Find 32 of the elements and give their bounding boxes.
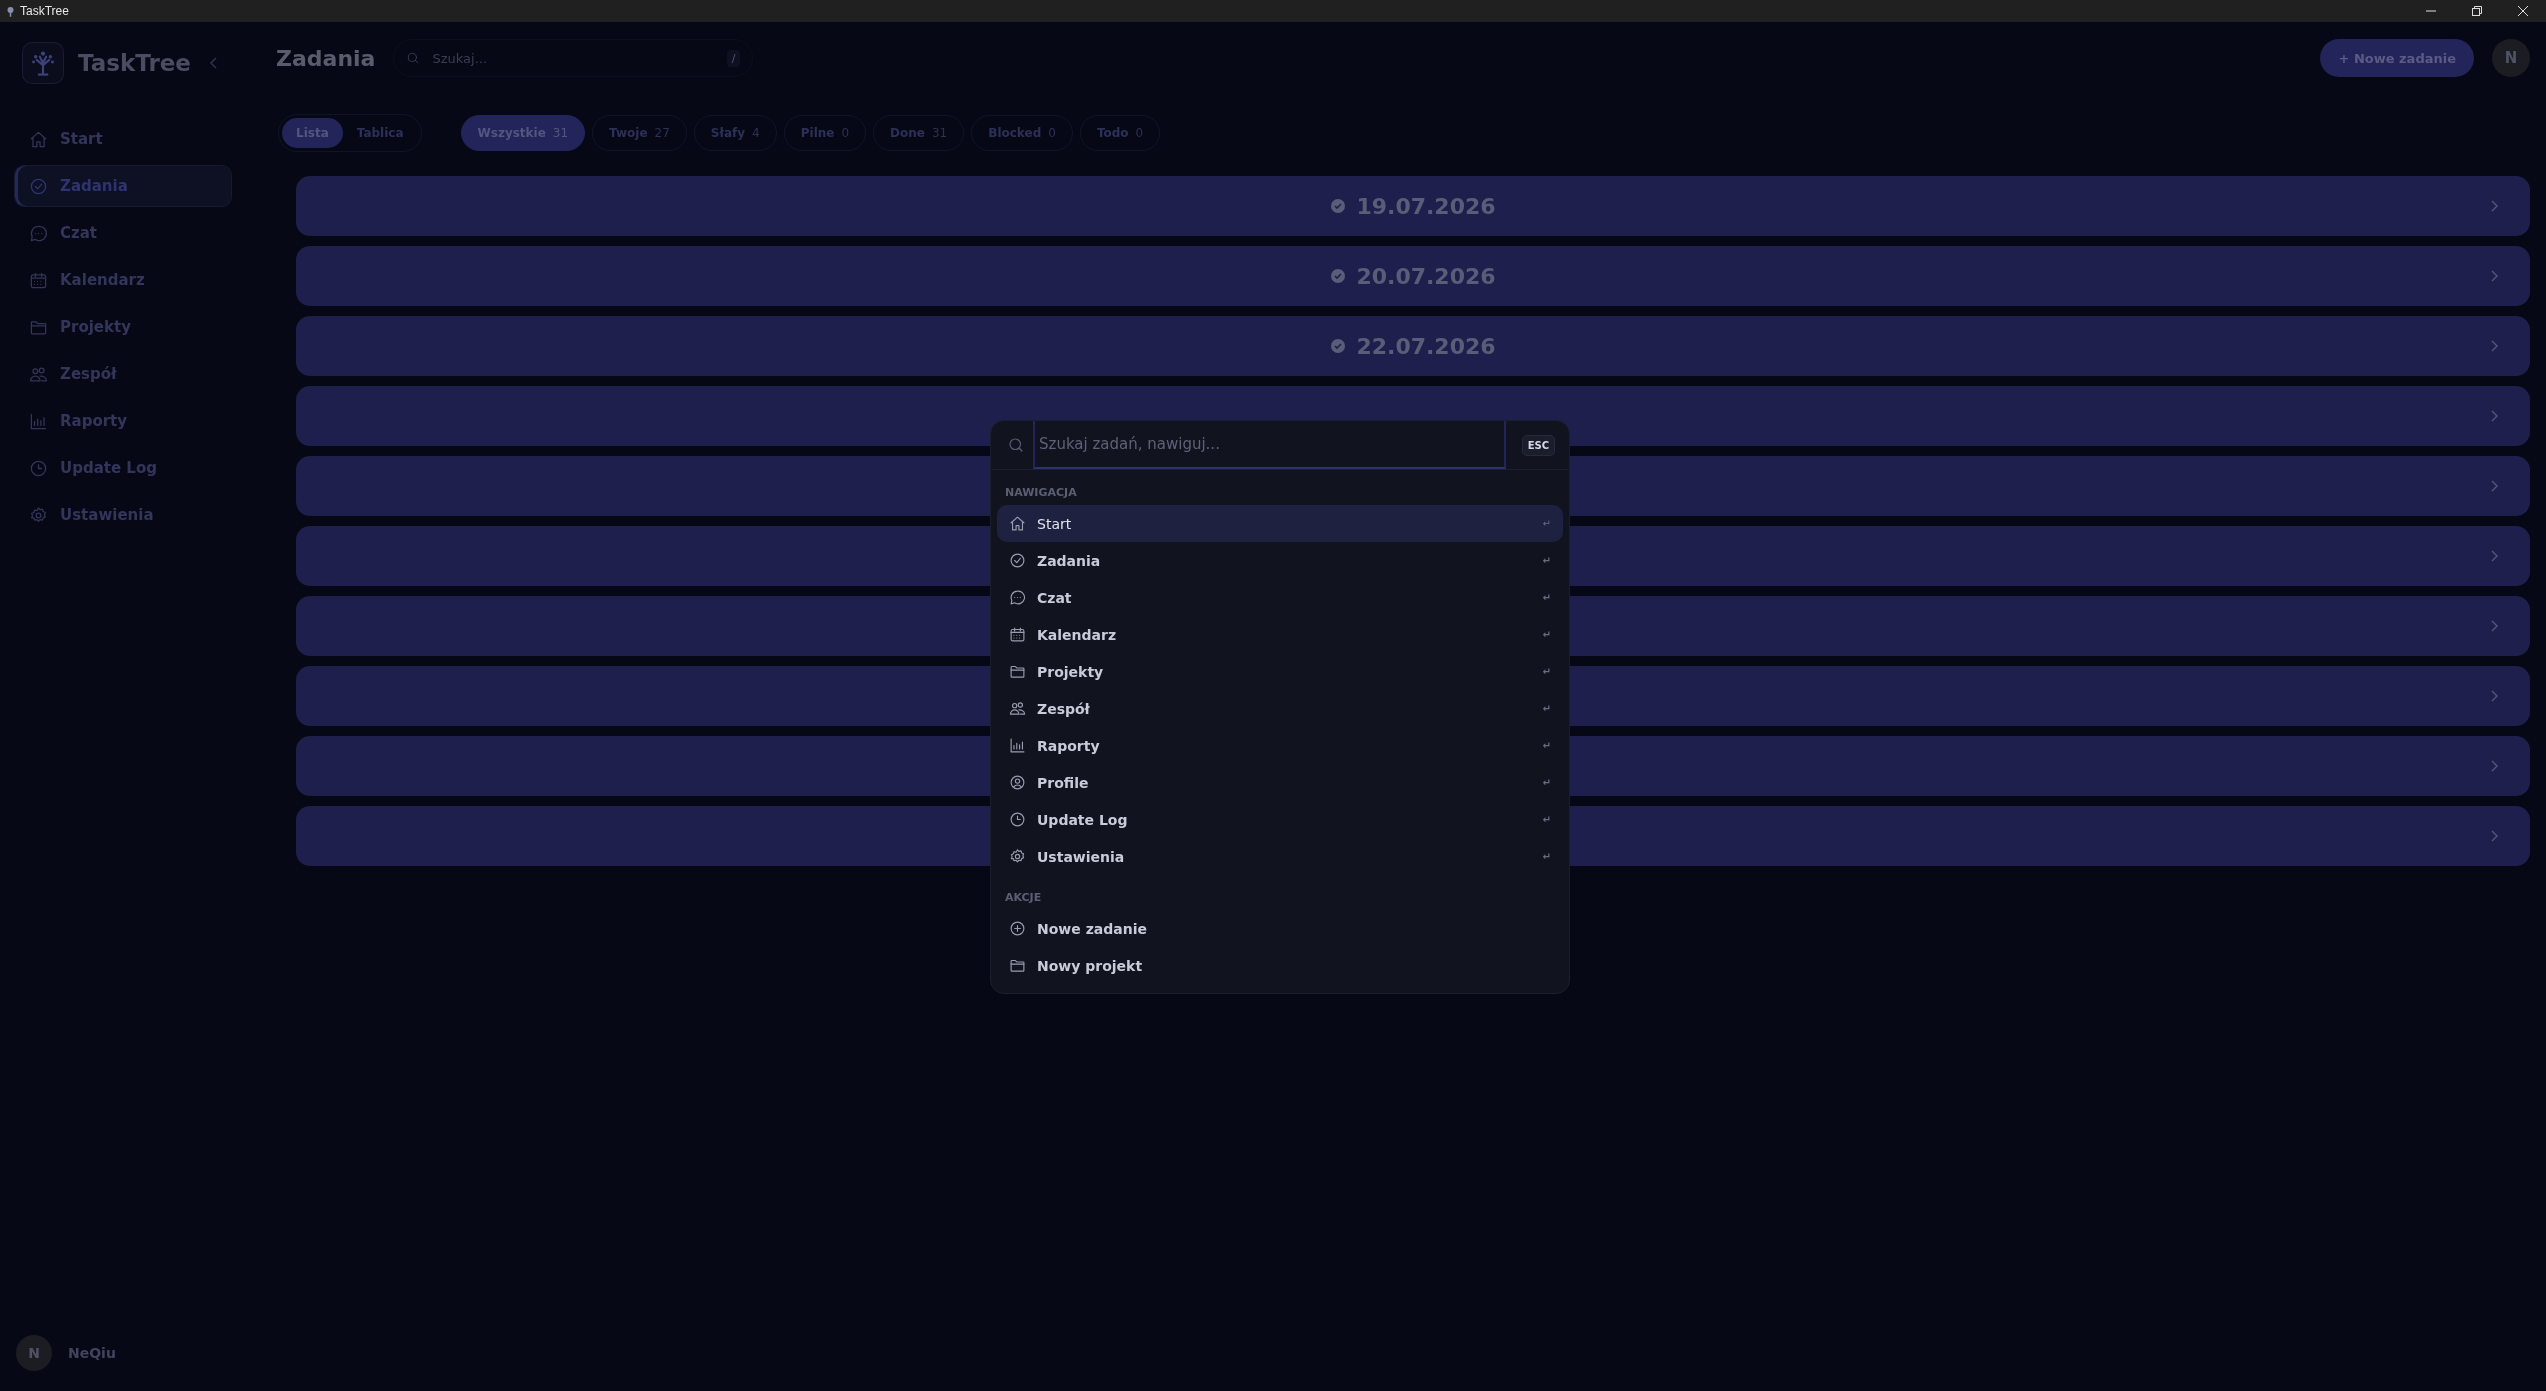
enter-hint: ↵ <box>1542 666 1551 677</box>
section-heading: NAWIGACJA <box>1004 485 1078 501</box>
item-label: Update Log <box>1037 811 1129 828</box>
item-label: Ustawienia <box>1037 848 1126 865</box>
enter-hint: ↵ <box>1542 555 1551 566</box>
enter-hint: ↵ <box>1542 777 1551 788</box>
window-title: TaskTree <box>20 4 69 18</box>
shortcut-key: / <box>726 49 741 67</box>
item-label: Start <box>1037 515 1073 532</box>
item-label: Zespół <box>1037 700 1091 717</box>
enter-hint: ↵ <box>1542 814 1551 825</box>
user-name: NeQiu <box>68 1345 116 1361</box>
page-title: Zadania <box>276 45 376 71</box>
enter-hint: ↵ <box>1542 518 1551 529</box>
item-label: Projekty <box>1037 663 1105 680</box>
group-date: 20.07.2026 <box>1356 263 1496 289</box>
section-heading: AKCJE <box>1004 890 1043 906</box>
item-label: Raporty <box>1037 737 1101 754</box>
item-label: Profile <box>1037 774 1090 791</box>
enter-hint: ↵ <box>1542 629 1551 640</box>
item-label: Nowe zadanie <box>1037 920 1148 937</box>
group-date: 19.07.2026 <box>1356 193 1496 219</box>
enter-hint: ↵ <box>1542 740 1551 751</box>
group-date: 22.07.2026 <box>1356 333 1496 359</box>
enter-hint: ↵ <box>1542 592 1551 603</box>
enter-hint: ↵ <box>1542 703 1551 714</box>
item-label: Kalendarz <box>1037 626 1118 643</box>
enter-hint: ↵ <box>1542 851 1551 862</box>
item-label: Nowy projekt <box>1037 957 1144 974</box>
item-label: Czat <box>1037 589 1073 606</box>
app-name: TaskTree <box>78 50 191 76</box>
item-label: Zadania <box>1037 552 1102 569</box>
